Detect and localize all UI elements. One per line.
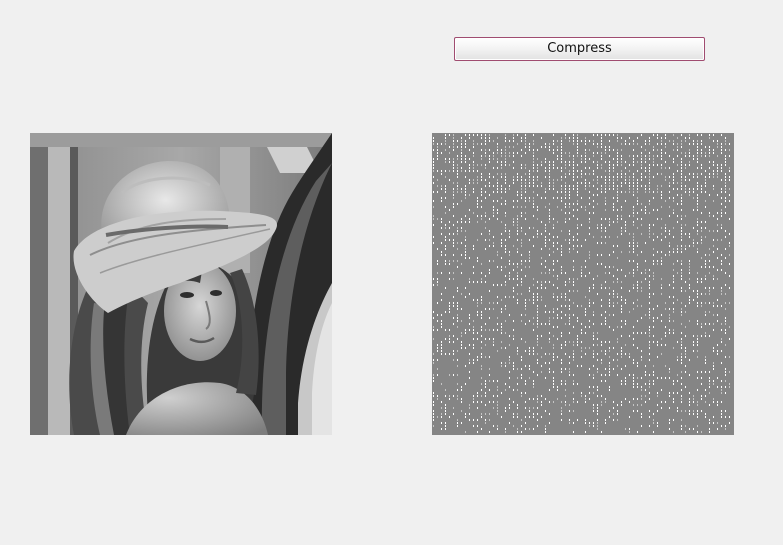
compress-button[interactable]: Compress (454, 37, 705, 61)
original-image (30, 133, 332, 435)
original-photo-graphic (30, 133, 332, 435)
compressed-image (432, 133, 734, 435)
compressed-noise-graphic (432, 133, 734, 435)
